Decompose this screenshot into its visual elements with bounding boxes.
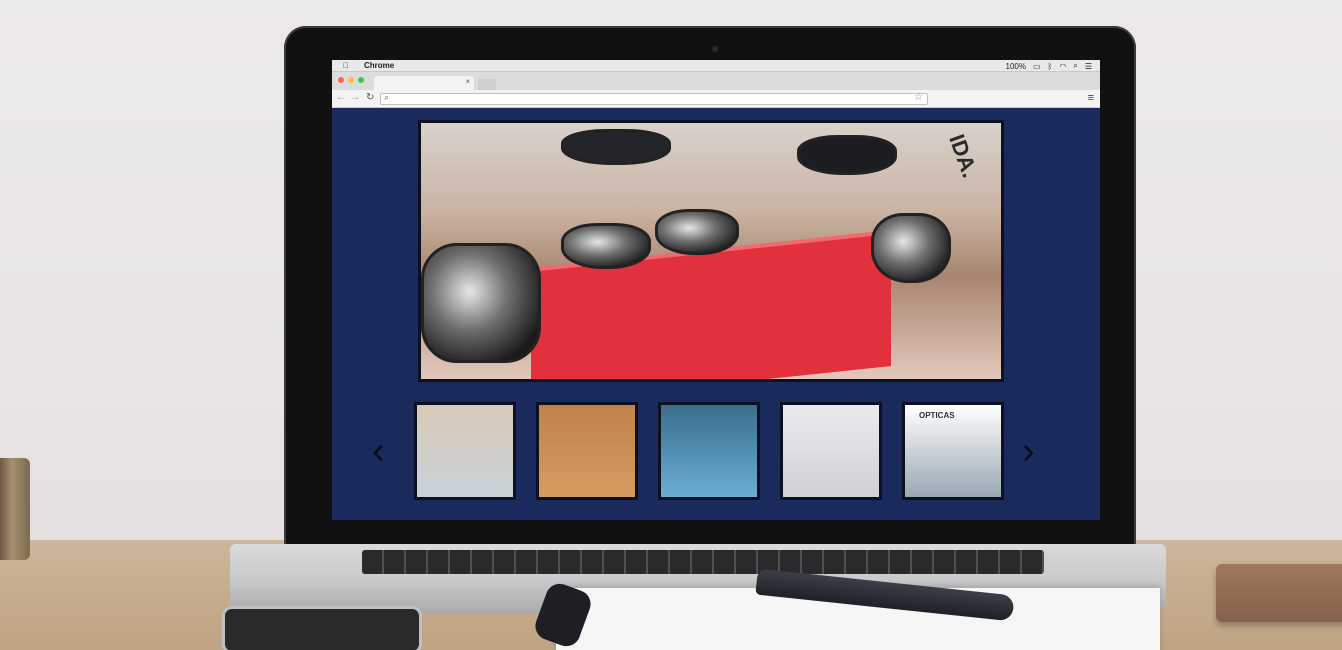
thumbnail-strip: OPTICAS (414, 402, 1006, 502)
battery-percentage: 100% (1005, 61, 1026, 71)
thumbnail-frames-display[interactable] (780, 402, 882, 500)
app-name[interactable]: Chrome (364, 61, 394, 70)
chevron-right-icon[interactable]: › (1022, 432, 1035, 470)
smartphone (222, 606, 422, 650)
thumbnail-storefront[interactable]: OPTICAS (902, 402, 1004, 500)
sunglasses-image (421, 243, 541, 363)
reload-icon[interactable]: ↻ (366, 92, 374, 103)
bluetooth-icon[interactable]: ᛒ (1048, 62, 1053, 71)
storefront-sign: OPTICAS (919, 411, 955, 420)
mac-menu-bar:  Chrome 100% ▭ ᛒ ◠ ⌕ ☰ (332, 60, 1100, 72)
laptop-keyboard (362, 550, 1044, 574)
search-icon: ⌕ (384, 92, 390, 102)
apple-icon[interactable]:  (342, 61, 350, 70)
hamburger-menu-icon[interactable]: ≡ (1088, 92, 1094, 104)
magnifier-icon[interactable]: ⌕ (1073, 61, 1077, 71)
website-gallery: IDA. ‹ OPTICAS › (332, 108, 1100, 520)
wifi-icon[interactable]: ◠ (1059, 62, 1066, 71)
thumbnail-phoropter[interactable] (536, 402, 638, 500)
zoom-window-icon[interactable] (358, 77, 364, 83)
book (0, 458, 30, 560)
star-icon[interactable]: ☆ (914, 92, 923, 103)
address-bar[interactable]: ⌕ ☆ (380, 92, 928, 105)
sunglasses-image (655, 209, 739, 255)
laptop-screen:  Chrome 100% ▭ ᛒ ◠ ⌕ ☰ × ← → ↻ ⌕ ☆ ≡ (332, 60, 1100, 520)
back-arrow-icon[interactable]: ← (336, 92, 346, 103)
thumbnail-image (661, 405, 757, 497)
webcam (712, 46, 718, 52)
leather-wallet (1216, 564, 1342, 622)
forward-arrow-icon[interactable]: → (350, 92, 360, 103)
sunglasses-image (561, 223, 651, 269)
thumbnail-contact-lenses[interactable] (658, 402, 760, 500)
list-icon[interactable]: ☰ (1085, 62, 1092, 71)
battery-icon[interactable]: ▭ (1033, 62, 1041, 71)
browser-toolbar: ← → ↻ ⌕ ☆ ≡ (332, 90, 1100, 108)
thumbnail-image (539, 405, 635, 497)
sunglasses-image (797, 135, 897, 175)
browser-tab[interactable]: × (374, 76, 474, 90)
chevron-left-icon[interactable]: ‹ (372, 432, 385, 470)
minimize-window-icon[interactable] (348, 77, 354, 83)
hero-image[interactable]: IDA. (418, 120, 1004, 382)
sunglasses-image (561, 129, 671, 165)
browser-tab-bar: × (332, 72, 1100, 90)
thumbnail-image: OPTICAS (905, 405, 1001, 497)
thumbnail-image (783, 405, 879, 497)
sunglasses-image (871, 213, 951, 283)
thumbnail-eye-exam-device[interactable] (414, 402, 516, 500)
tab-close-icon[interactable]: × (465, 77, 470, 86)
thumbnail-image (417, 405, 513, 497)
new-tab-button[interactable] (478, 79, 496, 90)
status-items: 100% ▭ ᛒ ◠ ⌕ ☰ (1006, 61, 1092, 71)
close-window-icon[interactable] (338, 77, 344, 83)
